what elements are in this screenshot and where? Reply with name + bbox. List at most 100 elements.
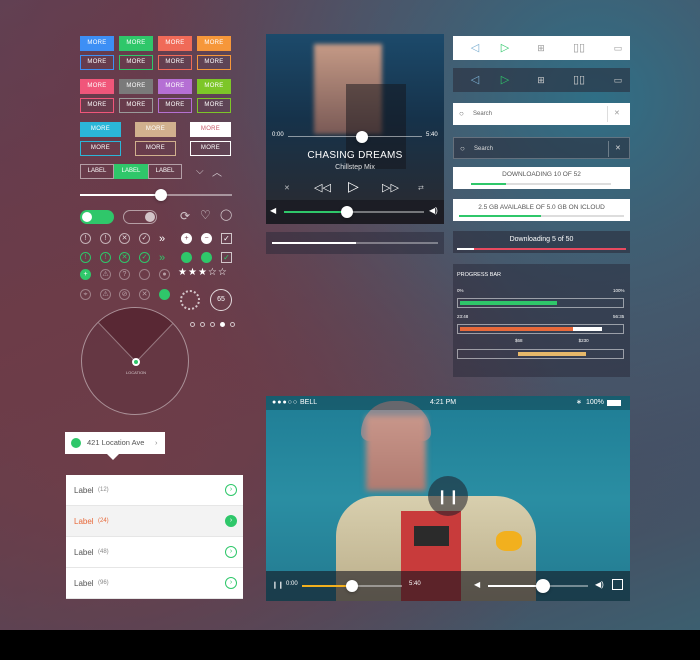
page-dot[interactable] <box>200 322 205 327</box>
more-button[interactable]: MORE <box>80 98 114 113</box>
info-icon[interactable]: ⚠ <box>100 289 111 300</box>
more-button[interactable]: MORE <box>80 141 121 156</box>
segment-label-3[interactable]: LABEL <box>148 164 182 179</box>
checkbox-icon[interactable]: ✓ <box>221 233 232 244</box>
star-icon[interactable]: ☆ <box>218 267 228 278</box>
check-circle-icon[interactable]: ✓ <box>139 252 150 263</box>
star-icon[interactable]: ☆ <box>208 267 218 278</box>
more-button[interactable]: MORE <box>119 98 153 113</box>
star-icon[interactable]: ★ <box>178 267 188 278</box>
list-item[interactable]: Label (48) › <box>66 537 243 568</box>
volume-mute-icon[interactable]: ◀ <box>474 580 480 589</box>
more-button[interactable]: MORE <box>190 141 231 156</box>
pause-icon[interactable]: ❙❙ <box>272 581 284 589</box>
remove-icon[interactable]: − <box>201 233 212 244</box>
forward-icon[interactable]: ▷▷ <box>382 181 399 194</box>
repeat-icon[interactable]: ⇄ <box>418 184 424 192</box>
list-item[interactable]: Label (96) › <box>66 568 243 599</box>
info-icon[interactable]: ! <box>100 252 111 263</box>
segment-label-1[interactable]: LABEL <box>80 164 114 179</box>
check-circle-icon[interactable]: ✓ <box>139 233 150 244</box>
refresh-icon[interactable]: ⟳ <box>180 209 190 223</box>
more-button[interactable]: MORE <box>158 55 192 70</box>
video-seek-knob[interactable] <box>346 580 358 592</box>
more-button[interactable]: MORE <box>197 55 231 70</box>
page-dot[interactable] <box>220 322 225 327</box>
heart-icon[interactable]: ♡ <box>200 208 211 222</box>
check-circle-icon[interactable] <box>139 269 150 280</box>
close-icon[interactable]: ✕ <box>614 103 620 125</box>
shuffle-icon[interactable]: ✕ <box>284 184 290 192</box>
document-icon[interactable]: ▭ <box>596 68 640 92</box>
fullscreen-icon[interactable] <box>612 579 623 590</box>
remove-icon[interactable] <box>201 252 212 263</box>
alert-icon[interactable]: ⌖ <box>80 289 91 300</box>
toggle-off[interactable] <box>123 210 157 224</box>
alert-icon[interactable]: ! <box>80 233 91 244</box>
rewind-icon[interactable]: ◁◁ <box>314 181 331 194</box>
alert-icon[interactable]: ! <box>80 252 91 263</box>
chevron-down-icon[interactable]: ⌵ <box>196 166 204 177</box>
more-button[interactable]: MORE <box>135 141 176 156</box>
list-item[interactable]: Label (24) › <box>66 506 243 537</box>
chat-icon[interactable]: ◯ <box>220 208 232 221</box>
page-dot[interactable] <box>230 322 235 327</box>
close-circle-icon[interactable]: ✕ <box>119 233 130 244</box>
volume-icon[interactable]: ◀) <box>429 206 438 215</box>
close-circle-icon[interactable]: ⊘ <box>119 289 130 300</box>
location-tooltip[interactable]: 421 Location Ave › <box>65 432 165 460</box>
book-icon[interactable]: ▯▯ <box>557 68 601 92</box>
forward-icon[interactable]: » <box>159 252 165 264</box>
close-icon[interactable]: ✕ <box>615 138 621 160</box>
alert-icon[interactable]: + <box>80 269 91 280</box>
checkbox-icon[interactable]: ✓ <box>221 252 232 263</box>
forward-icon[interactable] <box>159 289 170 300</box>
seek-knob[interactable] <box>355 131 368 143</box>
page-dot[interactable] <box>190 322 195 327</box>
toggle-on[interactable] <box>80 210 114 224</box>
more-button[interactable]: MORE <box>197 98 231 113</box>
more-button[interactable]: MORE <box>80 55 114 70</box>
more-button[interactable]: MORE <box>119 36 153 51</box>
bar2-track[interactable] <box>457 324 624 334</box>
forward-icon[interactable]: ● <box>159 269 170 280</box>
star-icon[interactable]: ★ <box>188 267 198 278</box>
volume-icon[interactable]: ◀) <box>595 580 604 589</box>
volume-mute-icon[interactable]: ◀ <box>270 206 276 215</box>
volume-knob[interactable] <box>341 206 353 218</box>
more-button[interactable]: MORE <box>190 122 231 137</box>
star-icon[interactable]: ★ <box>198 267 208 278</box>
search-placeholder[interactable]: Search <box>473 103 492 125</box>
bar3-track[interactable] <box>457 349 624 359</box>
more-button[interactable]: MORE <box>119 55 153 70</box>
video-volume-knob[interactable] <box>536 579 550 593</box>
more-button[interactable]: MORE <box>197 79 231 94</box>
forward-icon[interactable]: » <box>159 233 165 245</box>
more-button[interactable]: MORE <box>158 36 192 51</box>
rating-stars[interactable]: ★★★☆☆ <box>178 267 228 278</box>
document-icon[interactable]: ▭ <box>596 36 640 60</box>
add-icon[interactable]: + <box>181 233 192 244</box>
more-button[interactable]: MORE <box>80 79 114 94</box>
more-button[interactable]: MORE <box>135 122 176 137</box>
pause-button[interactable]: ❙❙ <box>428 476 468 516</box>
page-dot[interactable] <box>210 322 215 327</box>
search-placeholder[interactable]: Search <box>474 138 493 160</box>
play-icon[interactable]: ▷ <box>348 178 359 195</box>
list-item[interactable]: Label (12) › <box>66 475 243 506</box>
check-circle-icon[interactable]: ✕ <box>139 289 150 300</box>
more-button[interactable]: MORE <box>158 98 192 113</box>
more-button[interactable]: MORE <box>80 122 121 137</box>
more-button[interactable]: MORE <box>80 36 114 51</box>
info-icon[interactable]: ⚠ <box>100 269 111 280</box>
more-button[interactable]: MORE <box>119 79 153 94</box>
chevron-up-icon[interactable]: ︿ <box>212 164 222 179</box>
close-circle-icon[interactable]: ? <box>119 269 130 280</box>
book-icon[interactable]: ▯▯ <box>557 36 601 60</box>
page-indicator[interactable] <box>190 322 240 330</box>
slider-knob[interactable] <box>155 189 167 201</box>
close-circle-icon[interactable]: ✕ <box>119 252 130 263</box>
more-button[interactable]: MORE <box>158 79 192 94</box>
bar1-track[interactable] <box>457 298 624 308</box>
more-button[interactable]: MORE <box>197 36 231 51</box>
